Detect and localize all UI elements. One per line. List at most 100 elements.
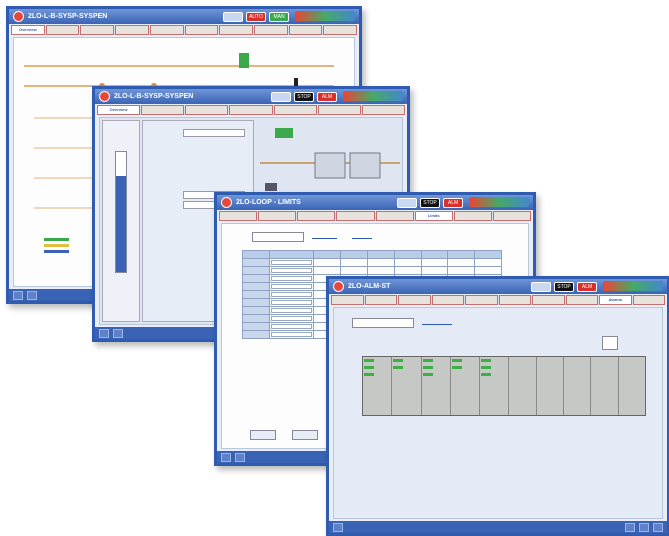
tab-5[interactable] [273, 105, 317, 115]
status-button-2[interactable] [113, 328, 123, 338]
alarm-column [450, 357, 481, 415]
tab-7[interactable] [361, 105, 405, 115]
refresh-link[interactable] [422, 320, 452, 325]
alarm-column [363, 357, 393, 415]
tab-8[interactable] [565, 295, 598, 305]
limit-input[interactable] [270, 316, 313, 321]
alarm-column [618, 357, 645, 415]
tab-3[interactable] [185, 105, 229, 115]
limit-input[interactable] [270, 300, 313, 305]
filter-link-2[interactable] [352, 234, 372, 239]
limit-input[interactable] [270, 260, 313, 265]
tab-2[interactable] [141, 105, 185, 115]
alarm-button[interactable]: ALM [577, 282, 597, 292]
alarm-column [392, 357, 422, 415]
legend-toggle[interactable] [602, 336, 618, 350]
status-indicator [451, 366, 462, 369]
tab-5[interactable] [465, 295, 498, 305]
app-logo-icon [333, 281, 344, 292]
tab-1[interactable] [219, 211, 258, 221]
loop-select[interactable] [252, 232, 304, 242]
tab-4[interactable] [336, 211, 375, 221]
status-button-2[interactable] [27, 290, 37, 300]
tab-6[interactable] [498, 295, 531, 305]
window-2-title: 2LO-L-B-SYSP-SYSPEN [114, 93, 194, 100]
window-1-btn-a[interactable] [223, 12, 243, 22]
status-button-1[interactable] [99, 328, 109, 338]
tab-alarms[interactable]: Alarms [599, 295, 632, 305]
tab-3[interactable] [297, 211, 336, 221]
level-panel [102, 120, 140, 322]
stop-button[interactable]: STOP [554, 282, 574, 292]
tab-4[interactable] [115, 25, 149, 35]
window-2-tabs: Overview [97, 105, 405, 115]
tab-10[interactable] [323, 25, 357, 35]
status-button-2[interactable] [235, 452, 245, 462]
limit-input[interactable] [270, 276, 313, 281]
window-4-body [333, 307, 663, 519]
tab-9[interactable] [288, 25, 323, 35]
tab-6[interactable] [184, 25, 219, 35]
reset-button[interactable] [292, 430, 318, 440]
tab-2[interactable] [45, 25, 80, 35]
window-2-titlebar: 2LO-L-B-SYSP-SYSPEN STOP ALM [95, 89, 407, 104]
window-3-tabs: Limits [219, 211, 531, 221]
tab-1[interactable] [331, 295, 364, 305]
window-4-btn-a[interactable] [531, 282, 551, 292]
tab-overview[interactable]: Overview [97, 105, 141, 115]
alarm-button[interactable]: ALM [443, 198, 463, 208]
limit-input[interactable] [270, 292, 313, 297]
settings-field-1[interactable] [183, 129, 245, 137]
limit-input[interactable] [270, 268, 313, 273]
status-button-4[interactable] [653, 522, 663, 532]
alarm-button[interactable]: ALM [317, 92, 337, 102]
level-fill [116, 176, 126, 272]
auto-button[interactable]: AUTO [246, 12, 266, 22]
tab-7[interactable] [532, 295, 565, 305]
tab-6[interactable] [317, 105, 361, 115]
tab-4[interactable] [229, 105, 273, 115]
app-logo-icon [99, 91, 110, 102]
tab-3[interactable] [398, 295, 431, 305]
limit-input[interactable] [270, 332, 313, 337]
man-button[interactable]: MAN [269, 12, 289, 22]
tab-7[interactable] [453, 211, 492, 221]
filter-link-1[interactable] [312, 234, 337, 239]
table-row [242, 266, 502, 275]
tab-5[interactable] [375, 211, 414, 221]
tab-10[interactable] [632, 295, 665, 305]
stop-button[interactable]: STOP [420, 198, 440, 208]
status-button-1[interactable] [13, 290, 23, 300]
apply-button[interactable] [250, 430, 276, 440]
status-indicator [451, 359, 462, 362]
tab-2[interactable] [258, 211, 297, 221]
app-logo-icon [221, 197, 232, 208]
column-header [393, 250, 422, 259]
status-button-3[interactable] [639, 522, 649, 532]
brand-logo [343, 91, 403, 101]
tab-5[interactable] [149, 25, 184, 35]
tab-limits[interactable]: Limits [414, 211, 453, 221]
tab-8[interactable] [253, 25, 288, 35]
window-4-titlebar: 2LO-ALM-ST STOP ALM [329, 279, 667, 294]
limit-input[interactable] [270, 324, 313, 329]
level-gauge [115, 151, 127, 273]
window-4: 2LO-ALM-ST STOP ALM Alarms [326, 276, 669, 536]
area-select[interactable] [352, 318, 414, 328]
stop-button[interactable]: STOP [294, 92, 314, 102]
window-3-btn-a[interactable] [397, 198, 417, 208]
tab-3[interactable] [80, 25, 115, 35]
status-button-1[interactable] [333, 522, 343, 532]
status-button-2[interactable] [625, 522, 635, 532]
status-indicator [364, 366, 374, 369]
tab-8[interactable] [492, 211, 531, 221]
limit-input[interactable] [270, 284, 313, 289]
tab-2[interactable] [364, 295, 397, 305]
tab-7[interactable] [219, 25, 253, 35]
tab-overview[interactable]: Overview [11, 25, 45, 35]
limit-input[interactable] [270, 308, 313, 313]
window-2-btn-a[interactable] [271, 92, 291, 102]
status-button-1[interactable] [221, 452, 231, 462]
brand-logo [603, 281, 663, 291]
tab-4[interactable] [431, 295, 464, 305]
